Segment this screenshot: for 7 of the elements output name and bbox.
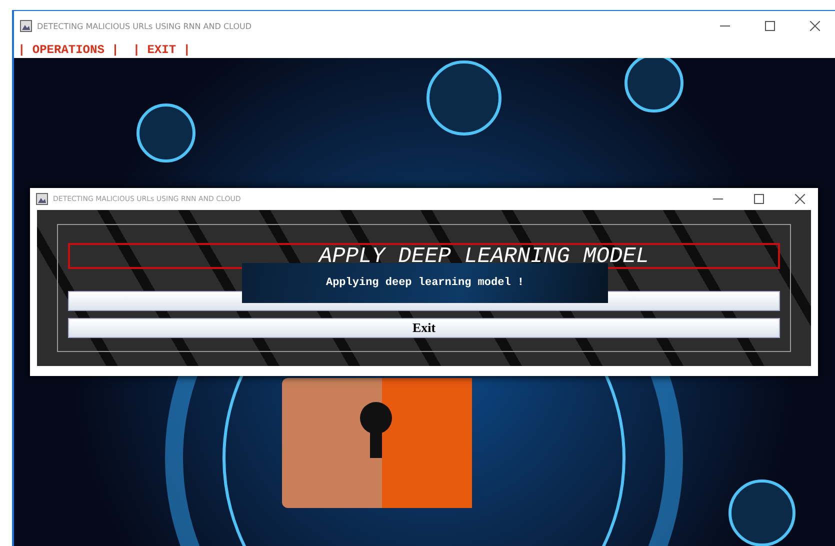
menu-item[interactable]: | EXIT | (132, 42, 190, 56)
menu-item[interactable]: | OPERATIONS | (18, 42, 119, 56)
exit-button[interactable]: Exit (68, 318, 780, 338)
progress-toast: Applying deep learning model ! (242, 263, 608, 303)
app-icon (36, 193, 48, 205)
window-title: DETECTING MALICIOUS URLs USING RNN AND CLOUD (37, 22, 253, 30)
app-icon (20, 20, 32, 32)
